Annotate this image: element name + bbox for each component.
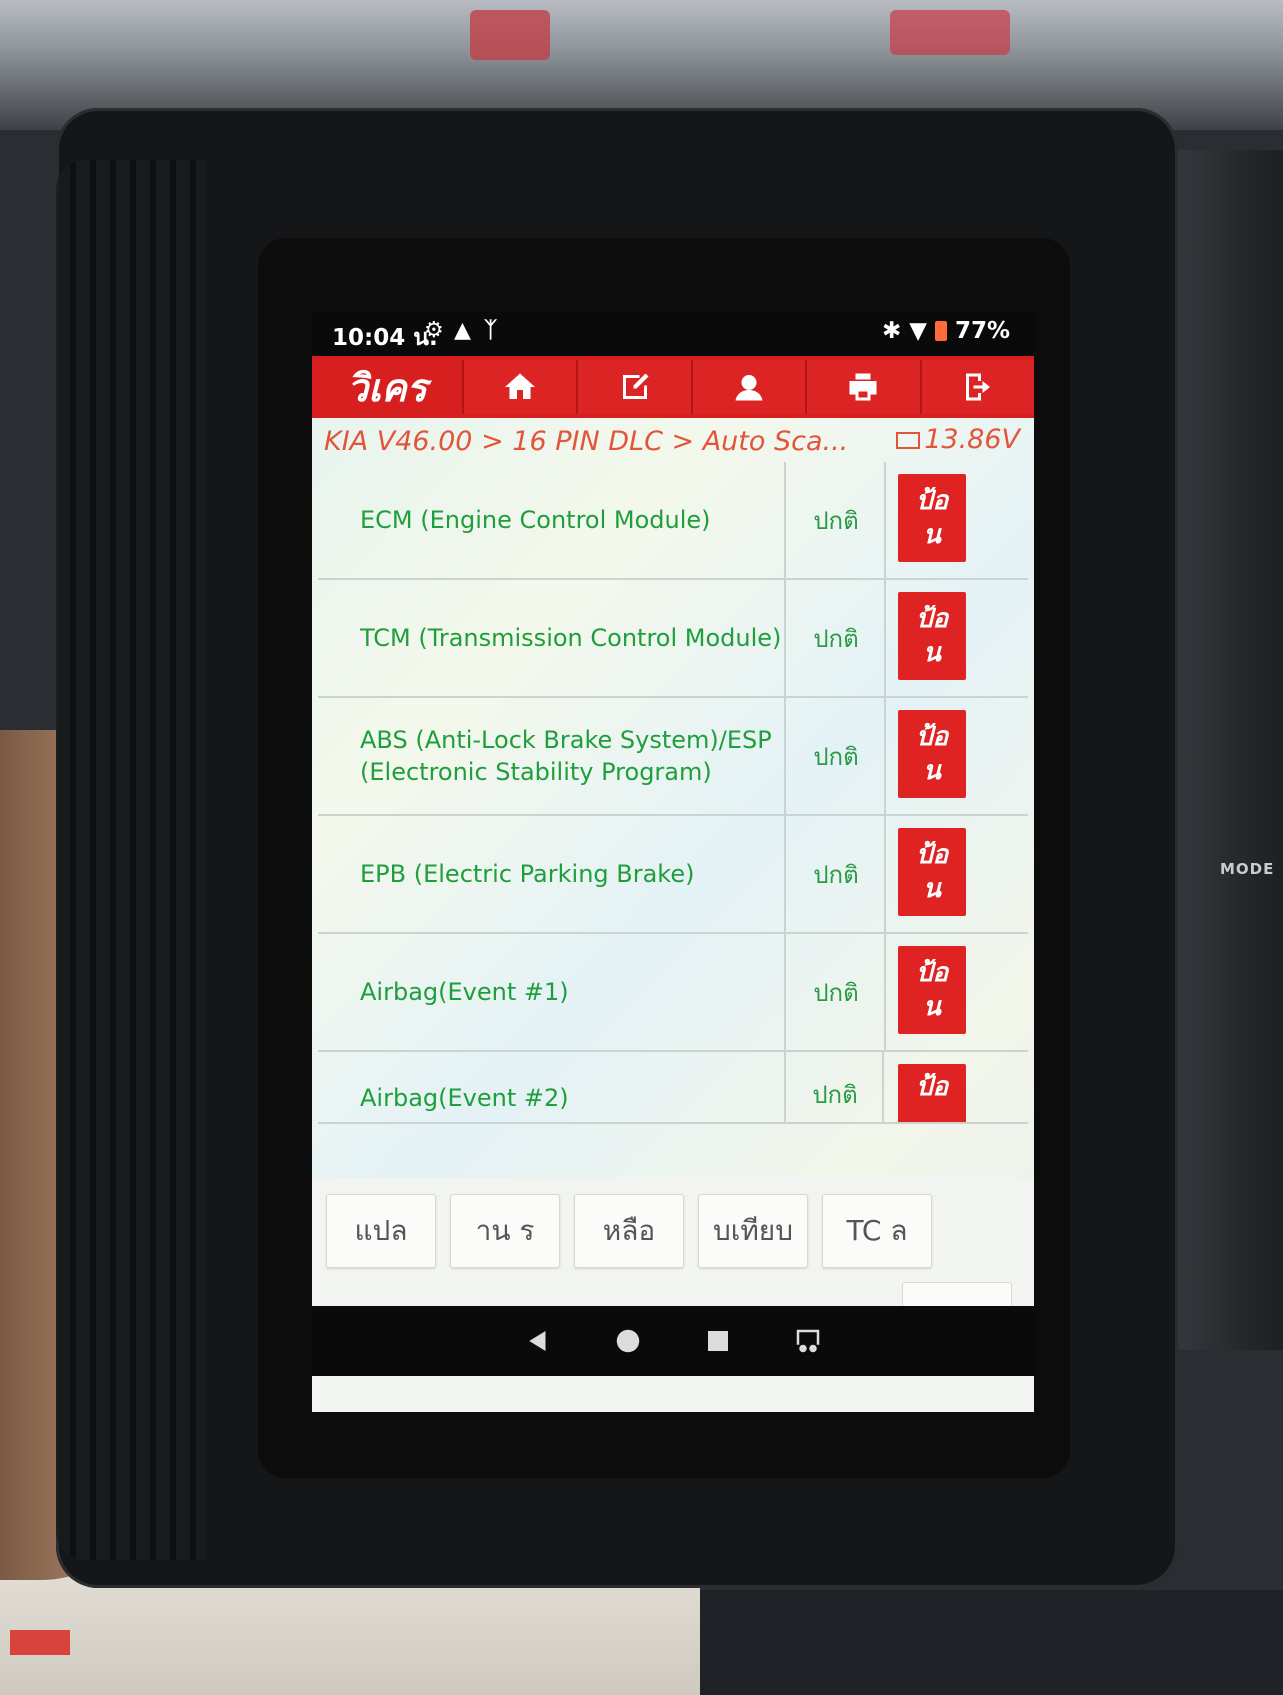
enter-system-button[interactable]: ป้อ น	[898, 474, 966, 562]
background-car	[470, 10, 550, 60]
system-row: ECM (Engine Control Module) ปกติ ป้อ น	[318, 462, 1028, 580]
system-status: ปกติ	[788, 580, 886, 696]
read-button[interactable]: าน ร	[450, 1194, 560, 1268]
edit-report-icon	[622, 373, 649, 399]
system-name: Airbag(Event #2)	[318, 1052, 786, 1122]
dtc-button[interactable]: TC ล	[822, 1194, 932, 1268]
system-status: ปกติ	[788, 934, 886, 1050]
background-car	[890, 10, 1010, 55]
enter-system-button[interactable]: ป้อ น	[898, 946, 966, 1034]
system-status: ปกติ	[788, 462, 886, 578]
car-battery-icon	[896, 432, 921, 449]
enter-system-button[interactable]: ป้อ น	[898, 592, 966, 680]
home-icon	[505, 373, 536, 399]
system-row: TCM (Transmission Control Module) ปกติ ป…	[318, 580, 1028, 698]
home-button[interactable]	[462, 360, 577, 414]
system-name: Airbag(Event #1)	[318, 934, 786, 1050]
app-header: วิเคร	[312, 356, 1034, 418]
report-button[interactable]	[576, 360, 691, 414]
system-name: EPB (Electric Parking Brake)	[318, 816, 786, 932]
voltage-value: 13.86V	[924, 424, 1020, 455]
bluetooth-icon: ✱	[881, 318, 902, 344]
status-bar: 10:04 น. ⚙ ▲ ᛉ ✱ ▼ 77%	[312, 312, 1034, 352]
action-button-row: แปล าน ร หลือ บเทียบ TC ล	[326, 1194, 932, 1268]
battery-icon	[934, 321, 947, 341]
translate-button[interactable]: แปล	[326, 1194, 436, 1268]
tablet-screen: 10:04 น. ⚙ ▲ ᛉ ✱ ▼ 77% วิเคร KIA V46.00 …	[312, 312, 1034, 1412]
enter-system-button[interactable]: ป้อ	[898, 1064, 966, 1122]
enter-system-button[interactable]: ป้อ น	[898, 710, 966, 798]
bottom-action-bar: แปล าน ร หลือ บเทียบ TC ล สแกน	[312, 1178, 1034, 1412]
system-row: Airbag(Event #2) ปกติ ป้อ	[318, 1052, 1028, 1124]
app-logo: วิเคร	[346, 365, 428, 410]
recents-icon[interactable]	[703, 1326, 733, 1356]
settings-notification-icon: ⚙	[424, 318, 444, 343]
system-name: ECM (Engine Control Module)	[318, 462, 786, 578]
compare-button[interactable]: บเทียบ	[698, 1194, 808, 1268]
system-row: Airbag(Event #1) ปกติ ป้อ น	[318, 934, 1028, 1052]
back-icon[interactable]	[523, 1326, 553, 1356]
support-button[interactable]	[690, 360, 806, 414]
battery-voltage: 13.86V	[896, 424, 1020, 455]
help-button[interactable]: หลือ	[574, 1194, 684, 1268]
system-status: ปกติ	[788, 816, 886, 932]
print-icon	[849, 373, 877, 401]
diagnostic-icon: ᛉ	[484, 318, 498, 343]
exit-icon	[965, 373, 990, 401]
breadcrumb: KIA V46.00 > 16 PIN DLC > Auto Sca...	[324, 426, 849, 457]
exit-button[interactable]	[919, 360, 1034, 414]
dashboard-mode-label: MODE	[1220, 860, 1275, 878]
system-row: ABS (Anti-Lock Brake System)/ESP (Electr…	[318, 698, 1028, 816]
android-nav-bar	[312, 1306, 1034, 1376]
system-list: ECM (Engine Control Module) ปกติ ป้อ น T…	[318, 462, 1028, 1124]
wifi-icon: ▼	[909, 318, 927, 344]
screenshot-icon[interactable]	[793, 1326, 823, 1356]
print-button[interactable]	[805, 360, 920, 414]
system-status: ปกติ	[788, 1052, 884, 1122]
home-circle-icon[interactable]	[613, 1326, 643, 1356]
background-floor	[700, 1590, 1283, 1695]
support-agent-icon	[735, 375, 763, 401]
system-name: TCM (Transmission Control Module)	[318, 580, 786, 696]
battery-level: 77%	[954, 318, 1010, 344]
tablet-grip-ridges	[56, 160, 206, 1560]
system-status: ปกติ	[788, 698, 886, 814]
enter-system-button[interactable]: ป้อ น	[898, 828, 966, 916]
background-paper-mark	[10, 1630, 70, 1655]
status-time: 10:04 น.	[332, 325, 438, 351]
warning-icon: ▲	[454, 318, 471, 343]
system-name: ABS (Anti-Lock Brake System)/ESP (Electr…	[318, 698, 786, 814]
status-right: ✱ ▼ 77%	[882, 318, 1010, 344]
main-content: KIA V46.00 > 16 PIN DLC > Auto Sca... 13…	[312, 418, 1034, 1412]
system-row: EPB (Electric Parking Brake) ปกติ ป้อ น	[318, 816, 1028, 934]
